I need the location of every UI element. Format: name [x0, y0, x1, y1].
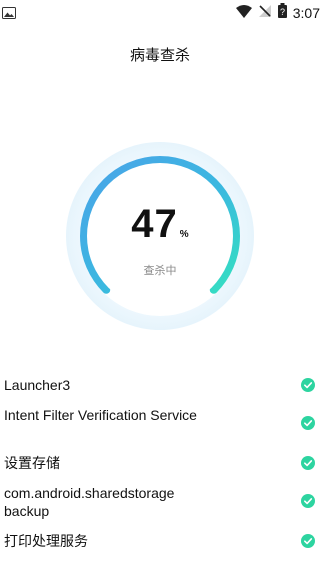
item-label: Launcher3: [4, 377, 71, 393]
check-icon: [301, 534, 315, 548]
check-icon: [301, 416, 315, 430]
percent-value: 47: [131, 202, 178, 246]
check-icon: [301, 456, 315, 470]
image-icon: [2, 4, 16, 23]
page-title: 病毒查杀: [129, 46, 190, 64]
svg-text:?: ?: [280, 7, 285, 17]
status-bar: ? 3:07: [0, 0, 320, 24]
percent-readout: 47%: [64, 202, 256, 247]
item-label: Intent Filter Verification Service: [4, 407, 197, 423]
check-icon: [301, 494, 315, 508]
scan-progress-gauge: 47% 查杀中: [64, 140, 256, 332]
item-label: 设置存储: [4, 455, 60, 471]
scan-status-label: 查杀中: [143, 264, 177, 277]
check-icon: [301, 378, 315, 392]
item-label: 打印处理服务: [4, 533, 88, 549]
percent-sign: %: [179, 229, 189, 240]
item-label: com.android.sharedstorage backup: [4, 485, 175, 519]
clock: 3:07: [292, 4, 320, 21]
no-signal-icon: [258, 3, 272, 22]
battery-icon: ?: [277, 3, 287, 22]
wifi-icon: [235, 3, 252, 22]
